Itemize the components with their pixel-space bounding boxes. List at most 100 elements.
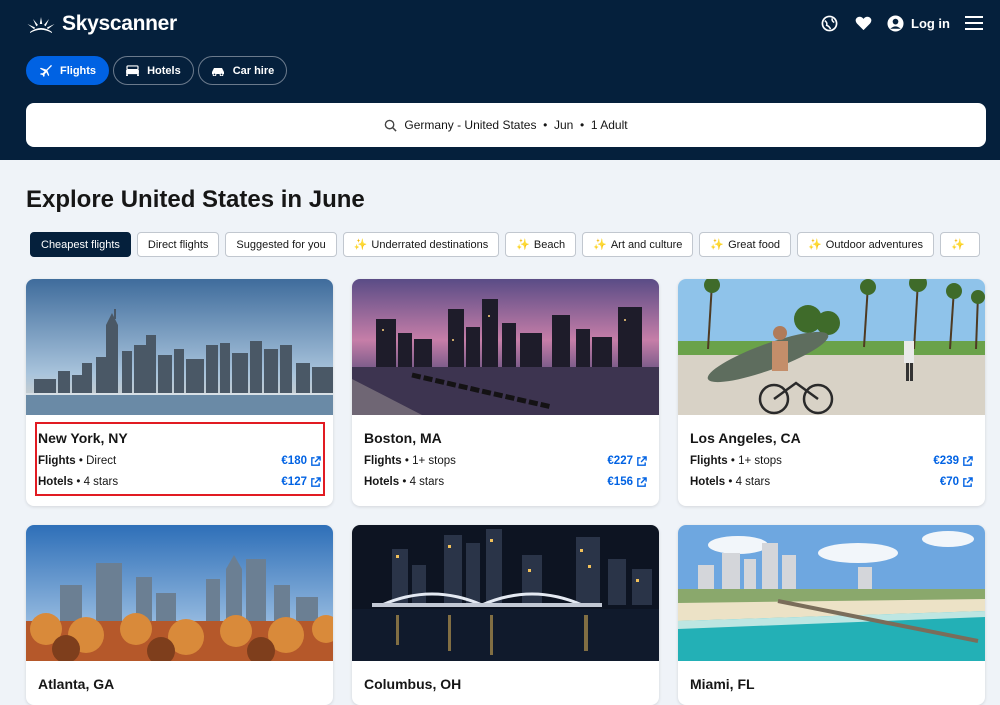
hotels-price: €127 [281,476,307,488]
hotels-price-link[interactable]: €70 [940,476,973,488]
destination-card-columbus[interactable]: Columbus, OH [352,525,659,705]
external-link-icon [637,476,647,487]
card-city: Miami, FL [690,676,755,692]
tab-flights-label: Flights [60,64,97,77]
columbus-night-image [352,525,659,661]
top-header: Skyscanner Log in Flights Hotels Car hir… [0,0,1000,160]
flights-price-link[interactable]: €180 [281,455,321,467]
hotels-detail: 4 stars [409,476,445,488]
bed-icon [126,65,139,76]
flights-label: Flights [690,455,728,467]
chip-label: Art and culture [610,238,683,251]
chip-label: Cheapest flights [41,238,120,251]
flights-detail: 1+ stops [412,455,456,467]
flights-price-link[interactable]: €239 [933,455,973,467]
card-city: Columbus, OH [364,676,462,692]
sunrise-logo-icon [27,17,55,33]
external-link-icon [311,455,321,466]
plane-icon [39,64,52,77]
sparkle-icon: ✨ [353,239,368,251]
destination-card-new-york[interactable]: New York, NY Flights • Direct €180 Hotel… [26,279,333,506]
hotels-price-link[interactable]: €156 [607,476,647,488]
sparkle-icon: ✨ [808,239,822,251]
chip-more[interactable]: ✨ [940,232,980,257]
hotels-label: Hotels [38,476,74,488]
flights-price: €239 [933,455,959,467]
card-city: Los Angeles, CA [690,430,801,446]
miami-beach-image [678,525,985,661]
login-button[interactable]: Log in [887,14,950,32]
sparkle-icon: ✨ [710,239,725,251]
flights-detail: 1+ stops [738,455,782,467]
card-city: Atlanta, GA [38,676,115,692]
external-link-icon [637,455,647,466]
hotels-price-link[interactable]: €127 [281,476,321,488]
login-label: Log in [911,15,950,31]
chip-label: Beach [533,238,566,251]
heart-icon[interactable] [853,13,873,33]
hotels-row[interactable]: Hotels • 4 stars €156 [364,476,647,488]
search-summary-bar[interactable]: Germany - United States • Jun • 1 Adult [26,103,986,147]
flights-row[interactable]: Flights • Direct €180 [38,455,321,467]
menu-icon[interactable] [964,13,984,33]
search-summary-text: Germany - United States • Jun • 1 Adult [404,118,628,132]
hotels-label: Hotels [690,476,726,488]
destination-card-boston[interactable]: Boston, MA Flights • 1+ stops €227 Hotel… [352,279,659,506]
external-link-icon [963,476,973,487]
globe-icon[interactable] [819,13,839,33]
hotels-detail: 4 stars [83,476,119,488]
filter-chips: Cheapest flights Direct flights Suggeste… [30,232,980,257]
hotels-detail: 4 stars [735,476,771,488]
hotels-row[interactable]: Hotels • 4 stars €127 [38,476,321,488]
chip-label: Great food [728,238,781,251]
boston-skyline-image [352,279,659,415]
skyscanner-logo[interactable]: Skyscanner [26,12,177,36]
chip-art-culture[interactable]: ✨ Art and culture [582,232,694,257]
atlanta-skyline-image [26,525,333,661]
new-york-skyline-image [26,279,333,415]
destination-card-los-angeles[interactable]: Los Angeles, CA Flights • 1+ stops €239 … [678,279,985,506]
sparkle-icon: ✨ [593,239,607,251]
chip-label: Direct flights [147,238,209,251]
chip-suggested[interactable]: Suggested for you [225,232,337,257]
flights-price-link[interactable]: €227 [607,455,647,467]
tab-car-hire[interactable]: Car hire [197,56,288,85]
external-link-icon [311,476,321,487]
hotels-price: €70 [939,476,959,488]
chip-label: Underrated destinations [371,238,489,251]
destination-card-atlanta[interactable]: Atlanta, GA [26,525,333,705]
chip-great-food[interactable]: ✨ Great food [699,232,792,257]
brand-name: Skyscanner [62,12,177,35]
hotels-row[interactable]: Hotels • 4 stars €70 [690,476,973,488]
chip-direct-flights[interactable]: Direct flights [136,232,220,257]
chip-underrated[interactable]: ✨ Underrated destinations [342,232,500,257]
chip-outdoor[interactable]: ✨ Outdoor adventures [797,232,934,257]
external-link-icon [963,455,973,466]
card-city: Boston, MA [364,430,442,446]
los-angeles-beach-image [678,279,985,415]
chip-label: Suggested for you [236,238,326,251]
car-icon [211,67,224,76]
chip-beach[interactable]: ✨ Beach [505,232,577,257]
card-city: New York, NY [38,430,128,446]
hotels-price: €156 [607,476,633,488]
tab-flights[interactable]: Flights [26,56,110,85]
flights-label: Flights [364,455,402,467]
flights-row[interactable]: Flights • 1+ stops €227 [364,455,647,467]
page-title: Explore United States in June [26,186,365,213]
tab-car-hire-label: Car hire [232,64,275,77]
chip-cheapest-flights[interactable]: Cheapest flights [30,232,131,257]
destination-card-miami[interactable]: Miami, FL [678,525,985,705]
hotels-label: Hotels [364,476,400,488]
sparkle-icon: ✨ [951,239,965,251]
user-icon [887,14,904,32]
search-icon [385,119,398,132]
tab-hotels-label: Hotels [147,64,181,77]
flights-detail: Direct [86,455,117,467]
tab-hotels[interactable]: Hotels [113,56,194,85]
sparkle-icon: ✨ [516,239,530,251]
flights-price: €227 [607,455,633,467]
flights-price: €180 [281,455,307,467]
flights-row[interactable]: Flights • 1+ stops €239 [690,455,973,467]
chip-label: Outdoor adventures [825,238,923,251]
